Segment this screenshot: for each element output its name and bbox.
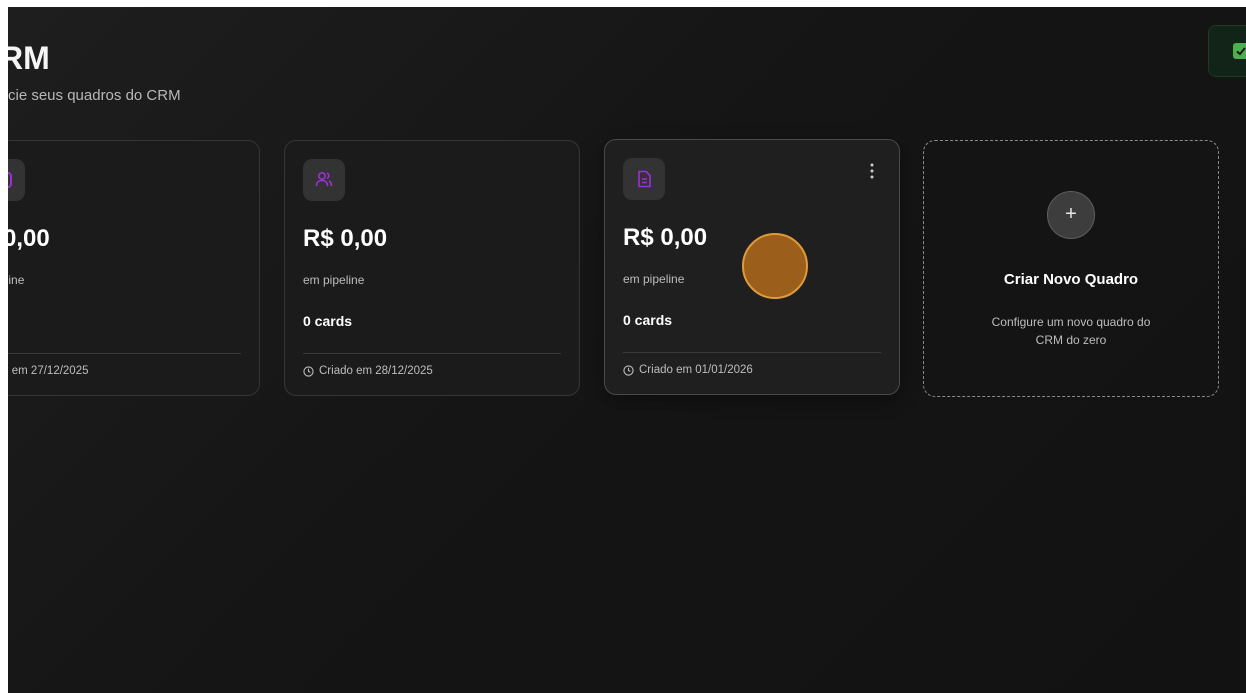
card-divider: [8, 353, 241, 354]
more-vertical-icon[interactable]: [867, 162, 877, 180]
create-board-card[interactable]: + Criar Novo Quadro Configure um novo qu…: [923, 140, 1219, 397]
created-text: Criado em 28/12/2025: [319, 365, 433, 377]
crm-page: RM cie seus quadros do CRM $ 0,00 pipeli…: [8, 7, 1246, 693]
board-card-count: 0 cards: [623, 312, 673, 328]
board-pipeline-label: em pipeline: [623, 272, 685, 286]
board-created-date: riado em 27/12/2025: [8, 365, 89, 377]
page-subtitle: cie seus quadros do CRM: [8, 87, 181, 104]
board-card[interactable]: $ 0,00 pipeline rds riado em 27/12/2025: [8, 140, 260, 396]
status-check-button[interactable]: [1208, 25, 1246, 77]
board-created-date: Criado em 28/12/2025: [303, 365, 433, 377]
board-value: R$ 0,00: [303, 225, 388, 252]
board-value: R$ 0,00: [623, 224, 708, 251]
board-card-count: 0 cards: [303, 313, 353, 329]
board-icon: [8, 159, 25, 201]
board-pipeline-label: em pipeline: [303, 273, 365, 287]
check-icon: [1233, 43, 1246, 59]
board-value: $ 0,00: [8, 225, 50, 252]
card-divider: [623, 352, 881, 353]
card-divider: [303, 353, 561, 354]
board-created-date: Criado em 01/01/2026: [623, 364, 753, 376]
document-icon: [623, 158, 665, 200]
created-text: riado em 27/12/2025: [8, 365, 89, 377]
clock-icon: [623, 364, 634, 376]
board-card[interactable]: R$ 0,00 em pipeline 0 cards Criado em 28…: [284, 140, 580, 396]
create-board-description: Configure um novo quadro do CRM do zero: [991, 315, 1151, 347]
clock-icon: [303, 365, 314, 377]
create-board-title: Criar Novo Quadro: [1003, 271, 1139, 288]
page-title: RM: [8, 40, 50, 76]
board-pipeline-label: pipeline: [8, 273, 25, 287]
created-text: Criado em 01/01/2026: [639, 364, 753, 376]
click-indicator: [742, 233, 808, 299]
users-icon: [303, 159, 345, 201]
plus-icon[interactable]: +: [1047, 191, 1095, 239]
